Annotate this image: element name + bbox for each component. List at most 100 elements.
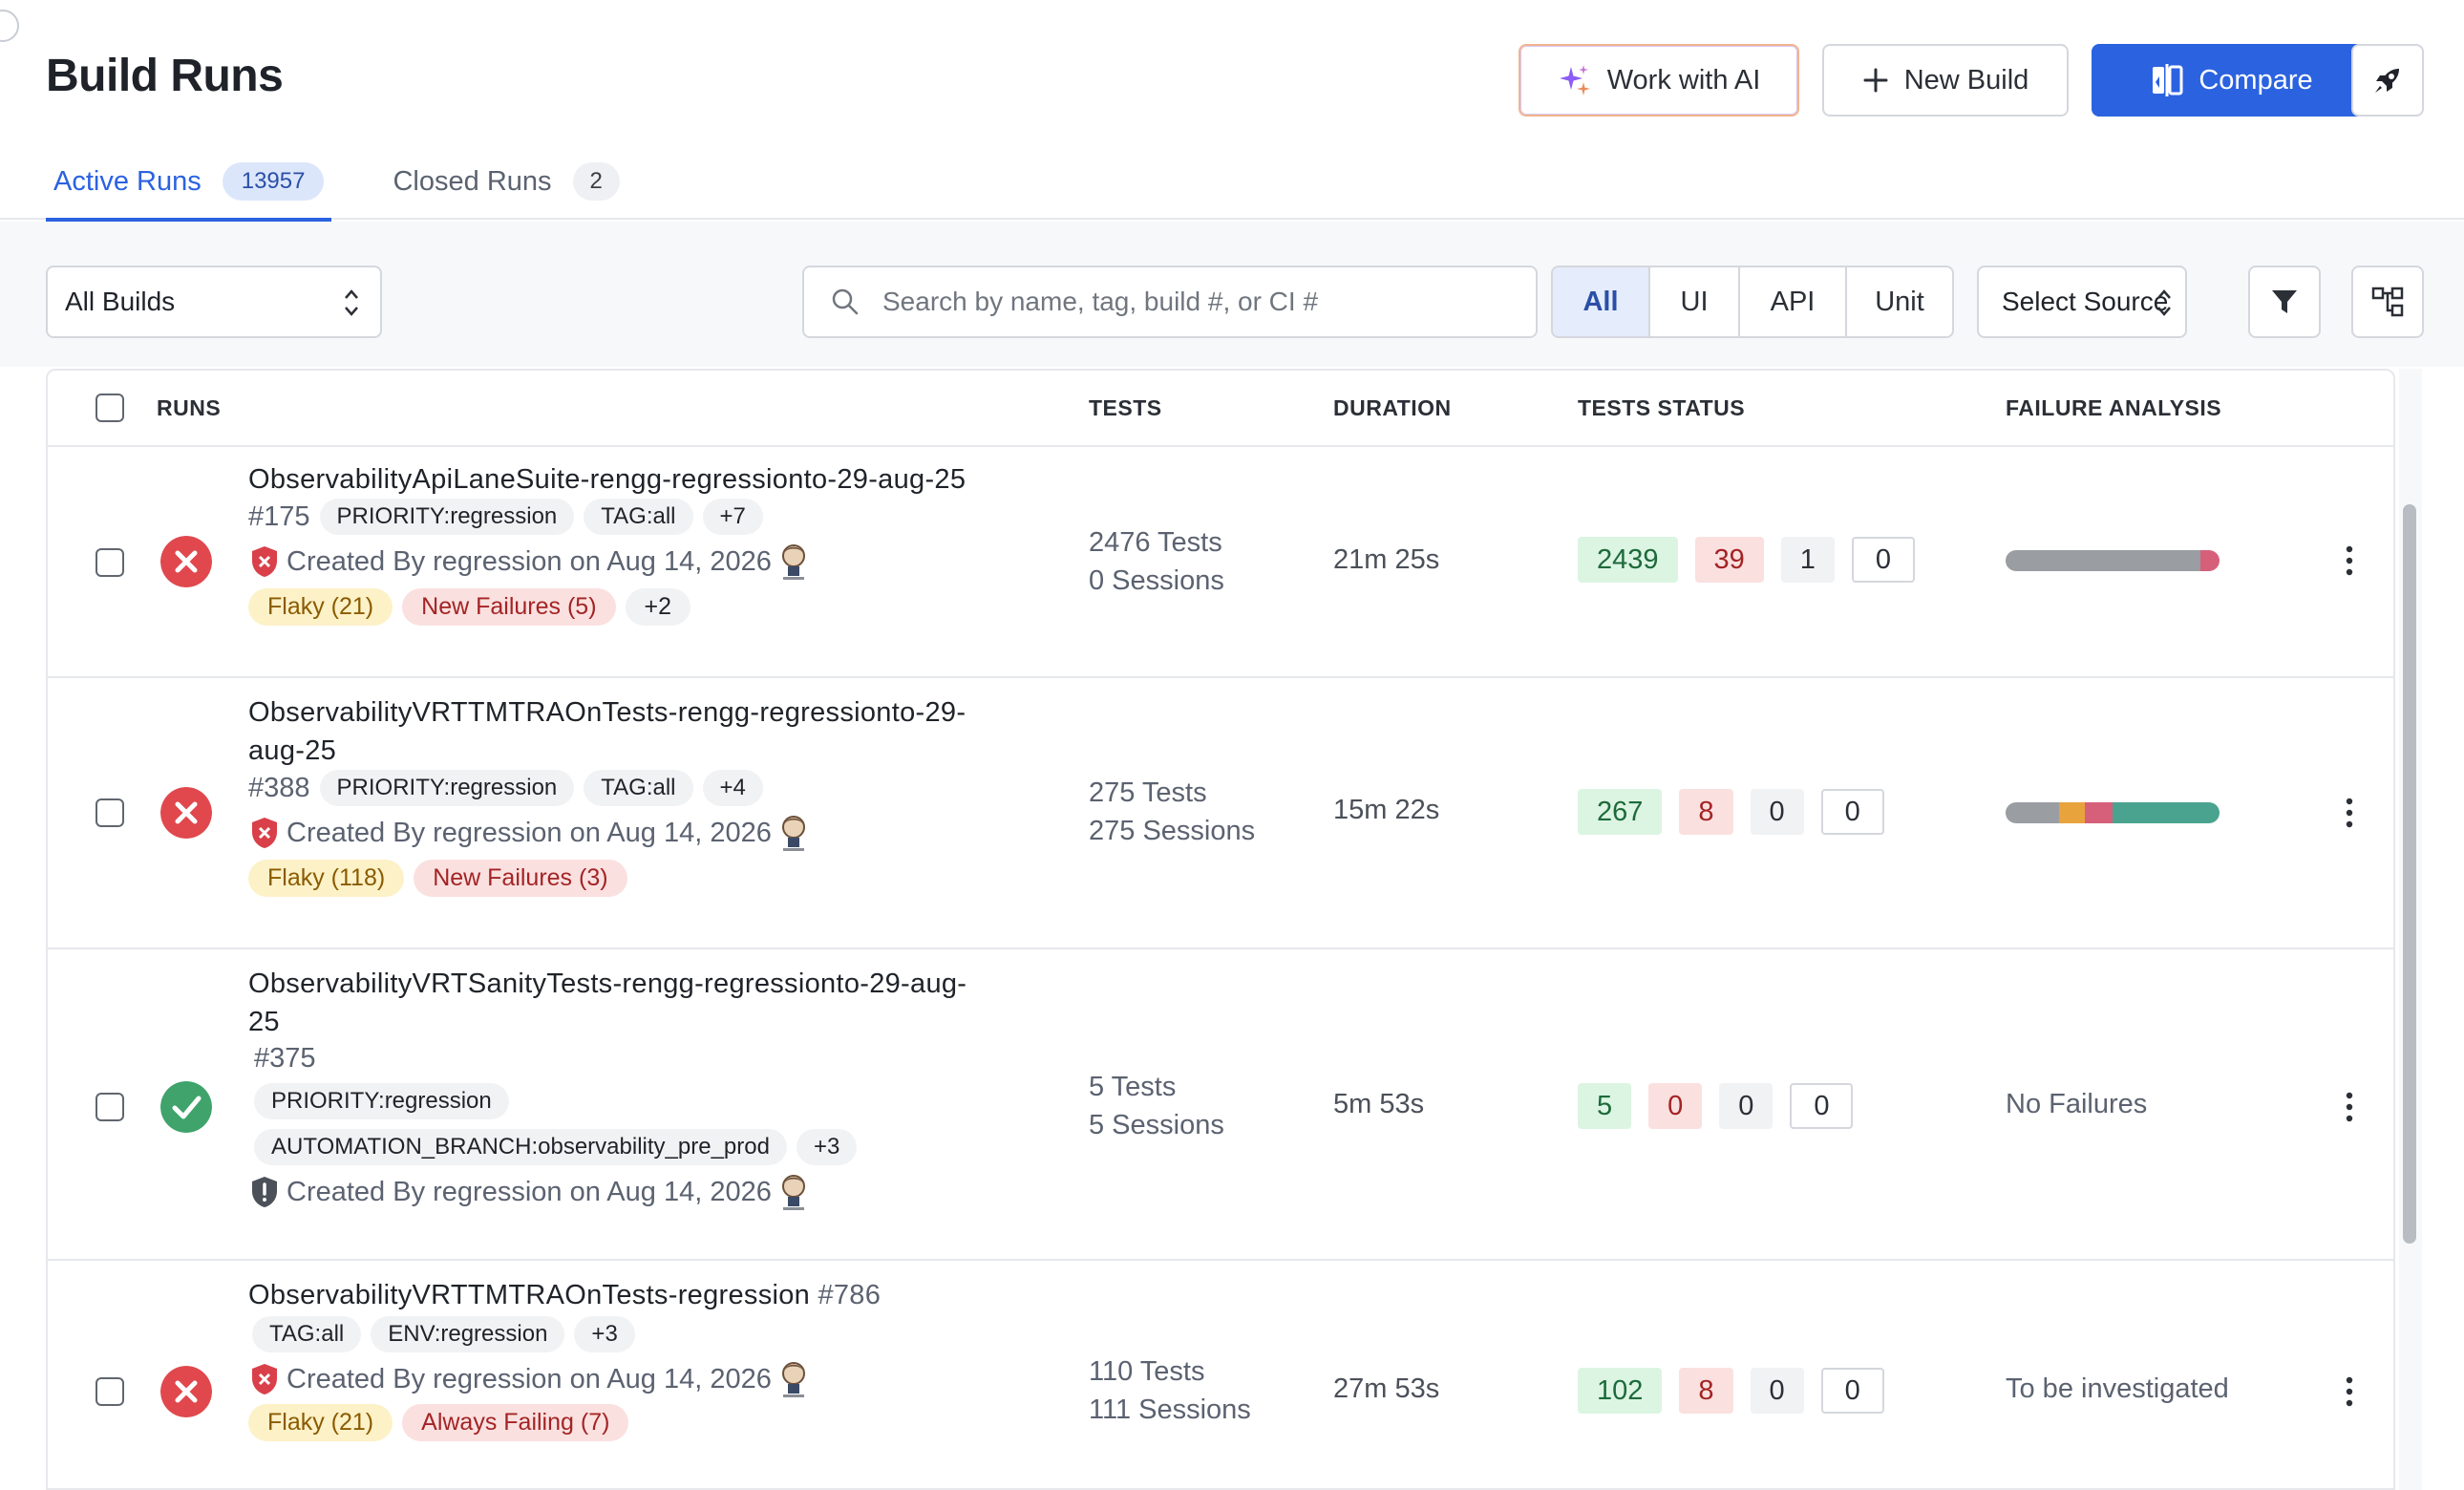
- column-header-tests-status: TESTS STATUS: [1578, 395, 1746, 420]
- flaky-badge[interactable]: Flaky (118): [248, 860, 405, 897]
- failure-analysis-segment: [2084, 802, 2113, 823]
- run-name-link[interactable]: ObservabilityVRTSanityTests-rengg-regres…: [248, 965, 966, 1041]
- skipped-count[interactable]: 0: [1750, 789, 1804, 835]
- failure-analysis-segment: [2059, 802, 2085, 823]
- failure-analysis-bar[interactable]: [2006, 550, 2220, 571]
- run-name-line2: 25: [248, 1007, 280, 1037]
- run-name-link[interactable]: ObservabilityVRTTMTRAOnTests-regression …: [248, 1276, 881, 1314]
- other-count[interactable]: 0: [1851, 537, 1915, 583]
- skipped-count[interactable]: 0: [1750, 1368, 1804, 1414]
- more-tags-chip[interactable]: +4: [702, 770, 763, 806]
- shield-warning-icon: [252, 1177, 277, 1207]
- other-count[interactable]: 0: [1820, 1368, 1884, 1414]
- new-build-button[interactable]: New Build: [1822, 44, 2069, 117]
- tests-count: 275 Tests: [1089, 777, 1207, 808]
- more-options-icon[interactable]: [2340, 797, 2359, 829]
- column-header-failure-analysis: FAILURE ANALYSIS: [2006, 395, 2222, 420]
- passed-count[interactable]: 102: [1578, 1368, 1663, 1414]
- flaky-badge[interactable]: Flaky (21): [248, 588, 393, 626]
- select-all-checkbox[interactable]: [96, 394, 124, 422]
- quick-launch-button[interactable]: [2351, 44, 2424, 117]
- table-row[interactable]: ObservabilityVRTTMTRAOnTests-rengg-regre…: [48, 678, 2393, 949]
- builds-select[interactable]: All Builds: [46, 266, 382, 338]
- skipped-count[interactable]: 1: [1780, 537, 1835, 583]
- table-row[interactable]: ObservabilityVRTTMTRAOnTests-regression …: [48, 1261, 2393, 1488]
- tests-count: 2476 Tests: [1089, 527, 1222, 558]
- failure-analysis-text[interactable]: To be investigated: [2006, 1373, 2229, 1405]
- created-by: Created By regression on Aug 14, 2026: [250, 1173, 808, 1211]
- more-options-icon[interactable]: [2340, 544, 2359, 577]
- new-failures-badge[interactable]: New Failures (5): [402, 588, 616, 626]
- failure-analysis-bar[interactable]: [2006, 802, 2220, 823]
- runs-table: RUNS TESTS DURATION TESTS STATUS FAILURE…: [46, 369, 2395, 1490]
- more-tags-chip[interactable]: +7: [702, 499, 763, 535]
- sessions-count: 111 Sessions: [1089, 1394, 1251, 1425]
- passed-count[interactable]: 2439: [1578, 537, 1678, 583]
- duration-cell: 15m 22s: [1333, 795, 1440, 825]
- run-tags: PRIORITY:regression: [254, 1083, 509, 1119]
- new-failures-badge[interactable]: New Failures (3): [414, 860, 627, 897]
- search-input[interactable]: [882, 287, 1494, 317]
- failed-status-icon: [160, 536, 212, 587]
- run-number: #786: [818, 1280, 882, 1310]
- search-box[interactable]: [802, 266, 1538, 338]
- run-name-link[interactable]: ObservabilityApiLaneSuite-rengg-regressi…: [248, 460, 966, 499]
- shield-alert-icon: [252, 546, 277, 577]
- run-tags: #388 PRIORITY:regression TAG:all +4: [248, 770, 763, 806]
- always-failing-badge[interactable]: Always Failing (7): [402, 1404, 629, 1441]
- run-name-link[interactable]: ObservabilityVRTTMTRAOnTests-rengg-regre…: [248, 693, 966, 770]
- segment-api[interactable]: API: [1738, 267, 1845, 336]
- page-title: Build Runs: [46, 51, 284, 101]
- source-select[interactable]: Select Source: [1977, 266, 2187, 338]
- run-tags-line2: AUTOMATION_BRANCH:observability_pre_prod…: [254, 1129, 858, 1165]
- more-badges-chip[interactable]: +2: [625, 588, 691, 626]
- failure-analysis-segment: [2006, 550, 2200, 571]
- table-row[interactable]: ObservabilityApiLaneSuite-rengg-regressi…: [48, 447, 2393, 678]
- passed-count[interactable]: 267: [1578, 789, 1663, 835]
- scrollbar-thumb[interactable]: [2403, 504, 2416, 1244]
- row-checkbox[interactable]: [96, 798, 124, 827]
- tests-status-cell: 102 8 0 0: [1578, 1368, 1884, 1414]
- tag-chip: TAG:all: [584, 770, 693, 806]
- failed-count[interactable]: 8: [1679, 1368, 1733, 1414]
- run-number: #175: [248, 500, 310, 532]
- other-count[interactable]: 0: [1790, 1083, 1854, 1129]
- failed-count[interactable]: 8: [1679, 789, 1733, 835]
- segment-unit[interactable]: Unit: [1845, 267, 1952, 336]
- run-number: #388: [248, 772, 310, 803]
- tab-closed-runs[interactable]: Closed Runs 2: [385, 143, 627, 220]
- more-options-icon[interactable]: [2340, 1091, 2359, 1123]
- hierarchy-view-button[interactable]: [2351, 266, 2424, 338]
- more-options-icon[interactable]: [2340, 1375, 2359, 1408]
- segment-all[interactable]: All: [1553, 267, 1648, 336]
- failure-analysis-text: No Failures: [2006, 1089, 2148, 1119]
- table-row[interactable]: ObservabilityVRTSanityTests-rengg-regres…: [48, 949, 2393, 1261]
- compare-icon: [2153, 64, 2183, 96]
- segment-ui[interactable]: UI: [1648, 267, 1738, 336]
- sessions-count: 275 Sessions: [1089, 816, 1256, 846]
- failed-status-icon: [160, 787, 212, 839]
- row-checkbox[interactable]: [96, 1377, 124, 1406]
- flaky-badge[interactable]: Flaky (21): [248, 1404, 393, 1441]
- compare-button[interactable]: Compare: [2092, 44, 2372, 117]
- run-name-line2: aug-25: [248, 735, 337, 766]
- row-checkbox[interactable]: [96, 1093, 124, 1121]
- more-tags-chip[interactable]: +3: [796, 1129, 858, 1165]
- run-name-text: ObservabilityVRTTMTRAOnTests-regression: [248, 1280, 811, 1310]
- jenkins-icon: [781, 1362, 805, 1397]
- page-header: Build Runs Work with AI New Build Compar: [0, 0, 2464, 222]
- work-with-ai-button[interactable]: Work with AI: [1519, 44, 1799, 117]
- failed-count[interactable]: 0: [1648, 1083, 1703, 1129]
- tab-active-runs[interactable]: Active Runs 13957: [46, 143, 332, 222]
- collapse-handle[interactable]: [0, 10, 19, 42]
- passed-count[interactable]: 5: [1578, 1083, 1632, 1129]
- more-tags-chip[interactable]: +3: [574, 1316, 635, 1352]
- skipped-count[interactable]: 0: [1719, 1083, 1774, 1129]
- filter-button[interactable]: [2248, 266, 2321, 338]
- other-count[interactable]: 0: [1820, 789, 1884, 835]
- sessions-count: 0 Sessions: [1089, 565, 1224, 596]
- compare-label: Compare: [2198, 64, 2313, 96]
- table-header: RUNS TESTS DURATION TESTS STATUS FAILURE…: [48, 371, 2393, 447]
- row-checkbox[interactable]: [96, 548, 124, 577]
- failed-count[interactable]: 39: [1694, 537, 1764, 583]
